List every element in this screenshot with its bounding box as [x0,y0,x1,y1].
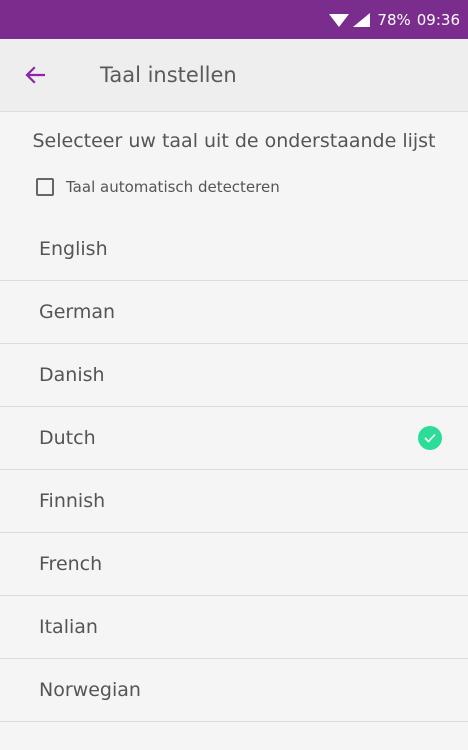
language-item-french[interactable]: French [0,533,468,596]
back-button[interactable] [0,39,70,112]
auto-detect-option[interactable]: Taal automatisch detecteren [36,178,468,196]
language-label: Finnish [39,490,106,512]
language-item-dutch[interactable]: Dutch [0,407,468,470]
language-item-finnish[interactable]: Finnish [0,470,468,533]
language-label: Norwegian [39,679,141,701]
auto-detect-label: Taal automatisch detecteren [66,178,280,196]
wifi-icon [329,13,350,27]
language-list: English German Danish Dutch Finnish French Ita… [0,218,468,722]
status-icons [329,12,371,28]
auto-detect-checkbox[interactable] [36,178,54,196]
page-title: Taal instellen [100,63,237,87]
language-label: Italian [39,616,98,638]
screen: 78% 09:36 Taal instellen Selecteer uw ta… [0,0,468,750]
language-label: Dutch [39,427,96,449]
clock: 09:36 [416,10,460,29]
language-label: Danish [39,364,105,386]
language-item-norwegian[interactable]: Norwegian [0,659,468,722]
language-label: French [39,553,103,575]
selected-check-icon [418,426,442,450]
signal-icon [353,12,371,27]
language-item-german[interactable]: German [0,281,468,344]
language-item-danish[interactable]: Danish [0,344,468,407]
language-item-italian[interactable]: Italian [0,596,468,659]
language-label: German [39,301,116,323]
battery-level: 78% [377,10,411,29]
instruction-text: Selecteer uw taal uit de onderstaande li… [32,130,436,152]
language-label: English [39,238,108,260]
status-bar: 78% 09:36 [0,0,468,39]
language-item-english[interactable]: English [0,218,468,281]
app-bar: Taal instellen [0,39,468,112]
arrow-left-icon [25,66,45,84]
